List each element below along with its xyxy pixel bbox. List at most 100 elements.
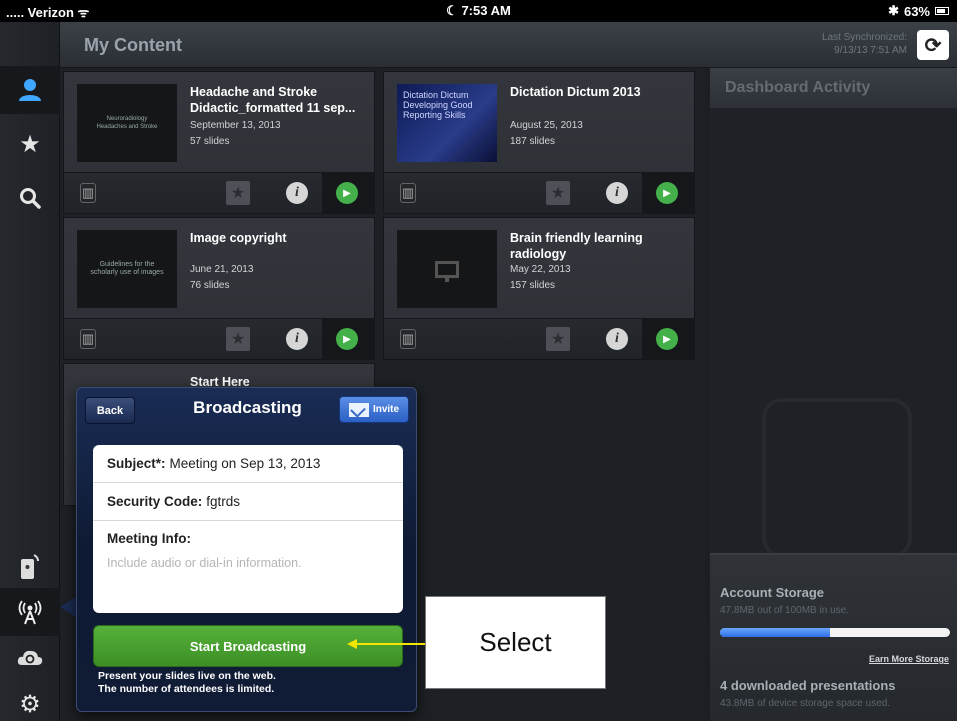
- play-button[interactable]: ▶: [656, 328, 678, 350]
- subject-label: Subject*:: [107, 456, 166, 471]
- invite-label: Invite: [372, 404, 400, 415]
- nav-cloud[interactable]: [0, 634, 60, 682]
- nav-my-content[interactable]: [0, 66, 60, 114]
- play-icon: ▶: [343, 333, 351, 345]
- favorite-button[interactable]: ★: [546, 327, 570, 351]
- left-nav: ★ ⚙: [0, 22, 60, 721]
- annotation-callout: Select: [425, 596, 606, 689]
- security-code-label: Security Code:: [107, 494, 203, 509]
- favorite-button[interactable]: ★: [546, 181, 570, 205]
- presentation-card[interactable]: Neuroradiology Headaches and Stroke Head…: [63, 71, 375, 214]
- meeting-info-input[interactable]: Include audio or dial-in information.: [107, 556, 302, 570]
- presentation-date: August 25, 2013: [510, 120, 583, 131]
- invite-button[interactable]: Invite: [339, 396, 409, 423]
- presentation-thumbnail: Dictation Dictum Developing Good Reporti…: [397, 84, 497, 162]
- broadcast-note: Present your slides live on the web. The…: [98, 670, 276, 696]
- security-code-field[interactable]: Security Code: fgtrds: [93, 483, 403, 521]
- presentation-date: June 21, 2013: [190, 264, 254, 275]
- delete-button[interactable]: ▥: [80, 183, 96, 203]
- security-code-value[interactable]: fgtrds: [206, 494, 240, 509]
- star-icon: ★: [550, 185, 566, 202]
- nav-remote[interactable]: [0, 542, 60, 590]
- info-button[interactable]: i: [606, 182, 628, 204]
- play-cell: ▶: [322, 173, 374, 213]
- dashboard-title: Dashboard Activity: [710, 68, 957, 108]
- play-icon: ▶: [343, 187, 351, 199]
- delete-button[interactable]: ▥: [400, 329, 416, 349]
- presentation-title: Image copyright: [190, 231, 287, 245]
- storage-usage: 47.8MB out of 100MB in use.: [720, 605, 849, 616]
- presentation-card[interactable]: Dictation Dictum Developing Good Reporti…: [383, 71, 695, 214]
- trash-icon: ▥: [401, 331, 415, 346]
- person-icon: [19, 79, 41, 101]
- clock: ☾ 7:53 AM: [446, 3, 511, 18]
- meeting-info-field[interactable]: Meeting Info: Include audio or dial-in i…: [93, 521, 403, 613]
- info-icon: i: [615, 331, 619, 346]
- presentation-title: Brain friendly learning radiology: [510, 231, 643, 261]
- storage-progress-fill: [720, 628, 830, 637]
- play-icon: ▶: [663, 333, 671, 345]
- cloud-sync-icon: [17, 650, 43, 665]
- battery-percent: 63%: [903, 3, 930, 19]
- remote-icon: [21, 554, 39, 579]
- card-actions: ▥ ★ i ▶: [384, 172, 694, 213]
- play-button[interactable]: ▶: [336, 182, 358, 204]
- favorite-button[interactable]: ★: [226, 327, 250, 351]
- sync-time: 9/13/13 7:51 AM: [834, 45, 907, 56]
- star-icon: ★: [230, 331, 246, 348]
- presentation-card[interactable]: Brain friendly learning radiology May 22…: [383, 217, 695, 360]
- envelope-icon: [348, 402, 369, 417]
- presentation-thumbnail: Neuroradiology Headaches and Stroke: [77, 84, 177, 162]
- nav-settings[interactable]: ⚙: [0, 680, 60, 721]
- back-button[interactable]: Back: [85, 397, 135, 424]
- subject-field[interactable]: Subject*: Meeting on Sep 13, 2013: [93, 445, 403, 483]
- info-button[interactable]: i: [286, 328, 308, 350]
- play-button[interactable]: ▶: [336, 328, 358, 350]
- logo-watermark: [762, 398, 912, 558]
- nav-search[interactable]: [0, 174, 60, 222]
- sync-status: Last Synchronized: 9/13/13 7:51 AM: [822, 31, 907, 57]
- nav-favorites[interactable]: ★: [0, 120, 60, 168]
- favorite-button[interactable]: ★: [226, 181, 250, 205]
- info-icon: i: [295, 185, 299, 200]
- trash-icon: ▥: [81, 185, 95, 200]
- note-line-2: The number of attendees is limited.: [98, 683, 275, 695]
- slide-count: 157 slides: [510, 280, 556, 291]
- subject-value[interactable]: Meeting on Sep 13, 2013: [170, 456, 321, 471]
- presentation-thumbnail: Guidelines for the scholarly use of imag…: [77, 230, 177, 308]
- top-header: My Content Last Synchronized: 9/13/13 7:…: [60, 22, 957, 68]
- presentation-thumbnail: [397, 230, 497, 308]
- play-cell: ▶: [642, 319, 694, 359]
- sync-label: Last Synchronized:: [821, 32, 907, 43]
- delete-button[interactable]: ▥: [80, 329, 96, 349]
- star-icon: ★: [230, 185, 246, 202]
- info-icon: i: [295, 331, 299, 346]
- info-button[interactable]: i: [606, 328, 628, 350]
- refresh-icon: ⟳: [924, 34, 942, 57]
- presentation-title: Headache and Stroke Didactic_formatted 1…: [190, 85, 356, 115]
- bluetooth-icon: ✱: [888, 3, 899, 18]
- nav-broadcast[interactable]: [0, 588, 60, 636]
- play-button[interactable]: ▶: [656, 182, 678, 204]
- sync-button[interactable]: ⟳: [917, 30, 949, 60]
- delete-button[interactable]: ▥: [400, 183, 416, 203]
- popover-arrow: [60, 597, 76, 617]
- presentation-card[interactable]: Guidelines for the scholarly use of imag…: [63, 217, 375, 360]
- card-actions: ▥ ★ i ▶: [384, 318, 694, 359]
- gear-icon: ⚙: [19, 690, 41, 718]
- battery-indicator: ✱ 63%: [888, 3, 949, 19]
- slide-count: 57 slides: [190, 136, 230, 147]
- earn-more-storage-link[interactable]: Earn More Storage: [869, 654, 949, 664]
- slide-count: 76 slides: [190, 280, 230, 291]
- annotation-arrow: [347, 639, 427, 649]
- info-icon: i: [615, 185, 619, 200]
- app-screen: ..... Verizon ᯤ ☾ 7:53 AM ✱ 63% My Conte…: [0, 0, 957, 721]
- storage-progress-bar: [720, 628, 950, 637]
- status-bar: ..... Verizon ᯤ ☾ 7:53 AM ✱ 63%: [0, 0, 957, 22]
- info-button[interactable]: i: [286, 182, 308, 204]
- presentation-date: September 13, 2013: [190, 120, 281, 131]
- battery-icon: [935, 7, 949, 15]
- storage-title: Account Storage: [720, 585, 825, 600]
- presentation-title: Dictation Dictum 2013: [510, 85, 641, 99]
- search-icon: [20, 188, 41, 209]
